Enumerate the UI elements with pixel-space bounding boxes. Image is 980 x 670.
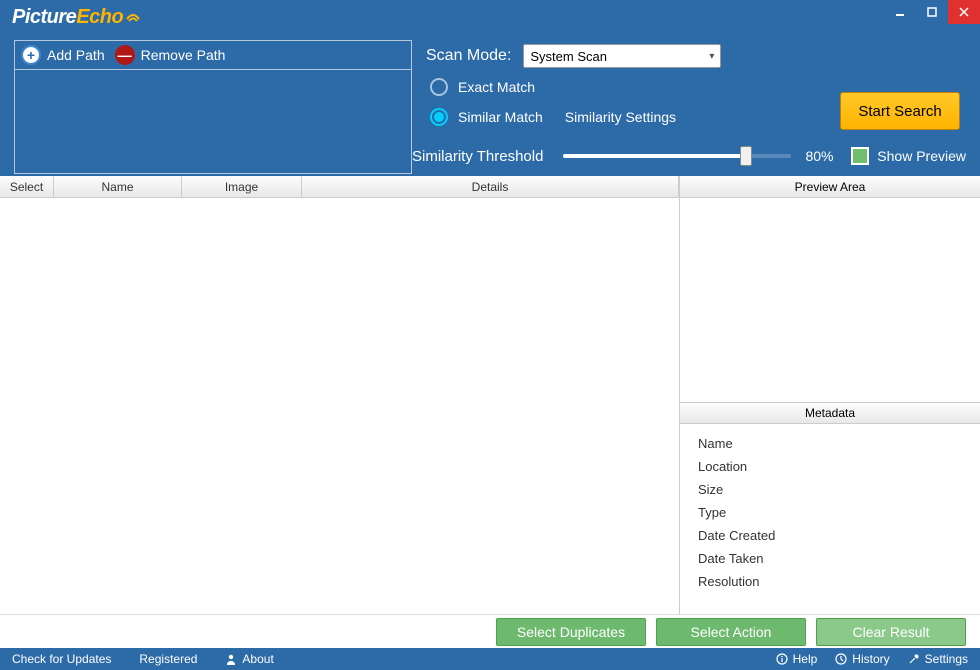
select-action-button[interactable]: Select Action	[656, 618, 806, 646]
results-pane: Select Name Image Details	[0, 176, 680, 614]
scan-mode-label: Scan Mode:	[426, 47, 511, 65]
metadata-header: Metadata	[680, 402, 980, 424]
metadata-name: Name	[698, 436, 962, 451]
history-icon	[835, 653, 847, 665]
clear-result-button[interactable]: Clear Result	[816, 618, 966, 646]
results-header: Select Name Image Details	[0, 176, 679, 198]
similarity-settings-link[interactable]: Similarity Settings	[565, 109, 676, 125]
settings-link[interactable]: Settings	[908, 652, 968, 666]
slider-thumb[interactable]	[740, 146, 752, 166]
scan-mode-value: System Scan	[530, 49, 607, 64]
help-link[interactable]: Help	[776, 652, 818, 666]
about-link[interactable]: About	[225, 652, 273, 666]
metadata-type: Type	[698, 505, 962, 520]
checkbox-icon	[851, 147, 869, 165]
threshold-label: Similarity Threshold	[412, 148, 543, 165]
similar-match-radio[interactable]	[430, 108, 448, 126]
column-select[interactable]: Select	[0, 176, 54, 197]
threshold-slider[interactable]	[563, 154, 791, 158]
preview-area-header: Preview Area	[680, 176, 980, 198]
show-preview-checkbox[interactable]: Show Preview	[851, 147, 966, 165]
show-preview-label: Show Preview	[877, 148, 966, 164]
start-search-button[interactable]: Start Search	[840, 92, 960, 130]
column-image[interactable]: Image	[182, 176, 302, 197]
path-list[interactable]	[14, 70, 412, 174]
wifi-icon	[125, 9, 141, 23]
registered-status[interactable]: Registered	[139, 652, 197, 666]
maximize-button[interactable]	[916, 0, 948, 24]
metadata-date-taken: Date Taken	[698, 551, 962, 566]
metadata-body: Name Location Size Type Date Created Dat…	[680, 424, 980, 614]
logo-text-1: Picture	[12, 6, 76, 29]
preview-area	[680, 198, 980, 402]
path-section: + Add Path — Remove Path	[14, 40, 412, 176]
metadata-location: Location	[698, 459, 962, 474]
metadata-resolution: Resolution	[698, 574, 962, 589]
minus-icon: —	[115, 45, 135, 65]
chevron-down-icon: ▾	[709, 51, 714, 62]
scan-mode-dropdown[interactable]: System Scan ▾	[523, 44, 721, 68]
main-area: Select Name Image Details Preview Area M…	[0, 176, 980, 614]
path-toolbar: + Add Path — Remove Path	[14, 40, 412, 70]
metadata-date-created: Date Created	[698, 528, 962, 543]
column-details[interactable]: Details	[302, 176, 679, 197]
add-path-button[interactable]: + Add Path	[21, 45, 105, 65]
column-name[interactable]: Name	[54, 176, 182, 197]
title-bar: PictureEcho	[0, 0, 980, 34]
remove-path-button[interactable]: — Remove Path	[115, 45, 226, 65]
app-logo: PictureEcho	[12, 6, 141, 29]
top-panel: + Add Path — Remove Path Scan Mode: Syst…	[0, 34, 980, 176]
results-body[interactable]	[0, 198, 679, 614]
threshold-row: Similarity Threshold 80% Show Preview	[412, 142, 966, 170]
minimize-button[interactable]	[884, 0, 916, 24]
threshold-value: 80%	[805, 148, 833, 164]
exact-match-label: Exact Match	[458, 79, 535, 95]
remove-path-label: Remove Path	[141, 47, 226, 63]
exact-match-radio[interactable]	[430, 78, 448, 96]
check-updates-link[interactable]: Check for Updates	[12, 652, 111, 666]
logo-text-2: Echo	[76, 6, 123, 29]
select-duplicates-button[interactable]: Select Duplicates	[496, 618, 646, 646]
info-icon	[776, 653, 788, 665]
window-controls	[884, 0, 980, 34]
plus-icon: +	[21, 45, 41, 65]
side-pane: Preview Area Metadata Name Location Size…	[680, 176, 980, 614]
action-bar: Select Duplicates Select Action Clear Re…	[0, 614, 980, 648]
add-path-label: Add Path	[47, 47, 105, 63]
wrench-icon	[908, 653, 920, 665]
metadata-size: Size	[698, 482, 962, 497]
person-icon	[225, 653, 237, 665]
history-link[interactable]: History	[835, 652, 889, 666]
status-bar: Check for Updates Registered About Help …	[0, 648, 980, 670]
close-button[interactable]	[948, 0, 980, 24]
similar-match-label: Similar Match	[458, 109, 543, 125]
